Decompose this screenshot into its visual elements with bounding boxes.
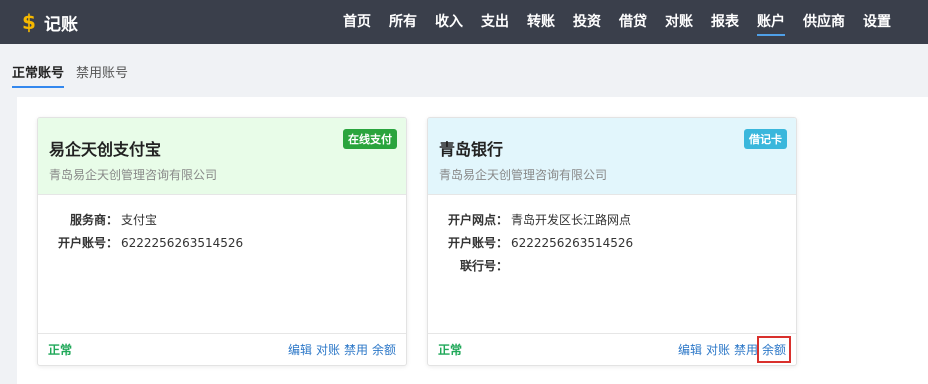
- info-row: 联行号：: [439, 255, 796, 278]
- nav-item-reports[interactable]: 报表: [711, 0, 739, 44]
- balance-link[interactable]: 余额: [756, 336, 792, 363]
- row-label: 开户网点：: [447, 213, 508, 227]
- disable-link[interactable]: 禁用: [734, 341, 758, 358]
- disable-link[interactable]: 禁用: [344, 341, 368, 358]
- account-card-alipay: 易企天创支付宝 在线支付 青岛易企天创管理咨询有限公司 服务商： 支付宝 开户账…: [37, 117, 407, 366]
- nav-item-investment[interactable]: 投资: [573, 0, 601, 44]
- status-text: 正常: [438, 343, 463, 357]
- info-row: 开户网点： 青岛开发区长江路网点: [439, 209, 796, 232]
- nav-item-accounts[interactable]: 账户: [757, 0, 785, 44]
- account-card-qingdao-bank: 青岛银行 借记卡 青岛易企天创管理咨询有限公司 开户网点： 青岛开发区长江路网点…: [427, 117, 797, 366]
- card-actions: 编辑 对账 禁用 余额: [674, 336, 792, 363]
- card-title: 青岛银行: [439, 140, 504, 159]
- row-label: 开户账号：: [447, 236, 508, 250]
- card-header: 易企天创支付宝 在线支付 青岛易企天创管理咨询有限公司: [38, 118, 406, 195]
- nav-item-expense[interactable]: 支出: [481, 0, 509, 44]
- main-nav: 首页 所有 收入 支出 转账 投资 借贷 对账 报表 账户 供应商 设置: [343, 0, 909, 44]
- account-type-badge: 借记卡: [744, 129, 787, 149]
- nav-item-settings[interactable]: 设置: [863, 0, 891, 44]
- row-value: 支付宝: [121, 213, 158, 227]
- card-subtitle: 青岛易企天创管理咨询有限公司: [439, 168, 608, 182]
- tab-normal-accounts[interactable]: 正常账号: [12, 62, 65, 88]
- nav-item-suppliers[interactable]: 供应商: [803, 0, 845, 44]
- card-footer: 正常 编辑 对账 禁用 余额: [428, 333, 796, 365]
- card-body: 开户网点： 青岛开发区长江路网点 开户账号： 6222256263514526 …: [428, 195, 796, 278]
- row-value: 6222256263514526: [121, 236, 244, 250]
- status-text: 正常: [48, 343, 73, 357]
- top-navbar: $ 记账 首页 所有 收入 支出 转账 投资 借贷 对账 报表 账户 供应商 设…: [0, 0, 928, 44]
- nav-item-reconcile[interactable]: 对账: [665, 0, 693, 44]
- info-row: 服务商： 支付宝: [49, 209, 406, 232]
- card-footer: 正常 编辑 对账 禁用 余额: [38, 333, 406, 365]
- row-label: 开户账号：: [57, 236, 118, 250]
- balance-link[interactable]: 余额: [372, 341, 396, 358]
- nav-item-all[interactable]: 所有: [389, 0, 417, 44]
- info-row: 开户账号： 6222256263514526: [49, 232, 406, 255]
- app-logo[interactable]: $ 记账: [22, 0, 78, 44]
- row-value: 6222256263514526: [511, 236, 634, 250]
- row-value: 青岛开发区长江路网点: [511, 213, 632, 227]
- card-subtitle: 青岛易企天创管理咨询有限公司: [49, 168, 218, 182]
- dollar-logo-icon: $: [22, 10, 36, 34]
- account-type-badge: 在线支付: [343, 129, 397, 149]
- reconcile-link[interactable]: 对账: [316, 341, 340, 358]
- reconcile-link[interactable]: 对账: [706, 341, 730, 358]
- card-header: 青岛银行 借记卡 青岛易企天创管理咨询有限公司: [428, 118, 796, 195]
- card-body: 服务商： 支付宝 开户账号： 6222256263514526: [38, 195, 406, 255]
- row-label: 联行号：: [459, 259, 508, 273]
- account-tabs: 正常账号 禁用账号: [12, 62, 140, 88]
- card-actions: 编辑 对账 禁用 余额: [284, 341, 396, 358]
- edit-link[interactable]: 编辑: [288, 341, 312, 358]
- nav-item-income[interactable]: 收入: [435, 0, 463, 44]
- nav-item-home[interactable]: 首页: [343, 0, 371, 44]
- row-label: 服务商：: [69, 213, 118, 227]
- tab-disabled-accounts[interactable]: 禁用账号: [76, 62, 128, 88]
- edit-link[interactable]: 编辑: [678, 341, 702, 358]
- info-row: 开户账号： 6222256263514526: [439, 232, 796, 255]
- card-title: 易企天创支付宝: [49, 140, 162, 159]
- nav-item-loan[interactable]: 借贷: [619, 0, 647, 44]
- nav-item-transfer[interactable]: 转账: [527, 0, 555, 44]
- app-title: 记账: [44, 14, 78, 35]
